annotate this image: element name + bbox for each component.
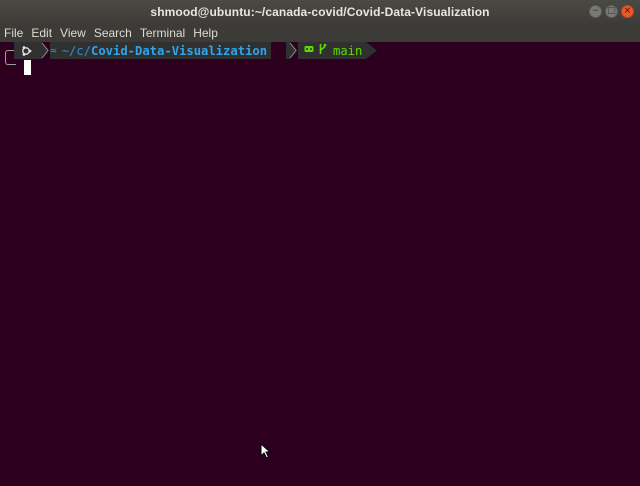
title-bar[interactable]: shmood@ubuntu:~/canada-covid/Covid-Data-… [0, 0, 640, 24]
branch-icon [318, 43, 327, 58]
text-cursor [24, 60, 31, 75]
path-current-dir: Covid-Data-Visualization [90, 43, 268, 58]
terminal-body[interactable]: ≈ ~/c/ Covid-Data-Visualization main [0, 42, 640, 486]
menu-help[interactable]: Help [189, 26, 222, 40]
minimize-button[interactable]: − [589, 5, 602, 18]
path-prefix: ~/c/ [61, 43, 91, 58]
ubuntu-icon [14, 42, 38, 59]
menu-search[interactable]: Search [90, 26, 136, 40]
git-branch-name: main [333, 43, 363, 58]
menu-file[interactable]: File [0, 26, 27, 40]
window-title: shmood@ubuntu:~/canada-covid/Covid-Data-… [150, 5, 490, 19]
mouse-pointer-icon [260, 443, 272, 459]
maximize-button[interactable]: □ [605, 5, 618, 18]
terminal-window: shmood@ubuntu:~/canada-covid/Covid-Data-… [0, 0, 640, 486]
segment-end-icon [366, 42, 377, 59]
menu-view[interactable]: View [56, 26, 90, 40]
menu-terminal[interactable]: Terminal [136, 26, 189, 40]
segment-separator-icon [38, 42, 49, 59]
menu-bar: File Edit View Search Terminal Help [0, 24, 640, 42]
segment-separator-icon [286, 42, 297, 59]
folder-icon: ≈ [50, 44, 57, 57]
close-button[interactable]: × [621, 5, 634, 18]
git-icon [304, 44, 314, 57]
prompt-git-segment: main [298, 42, 367, 59]
window-controls: − □ × [589, 5, 634, 18]
menu-edit[interactable]: Edit [27, 26, 56, 40]
prompt-path-segment: ≈ ~/c/ Covid-Data-Visualization [50, 42, 272, 59]
